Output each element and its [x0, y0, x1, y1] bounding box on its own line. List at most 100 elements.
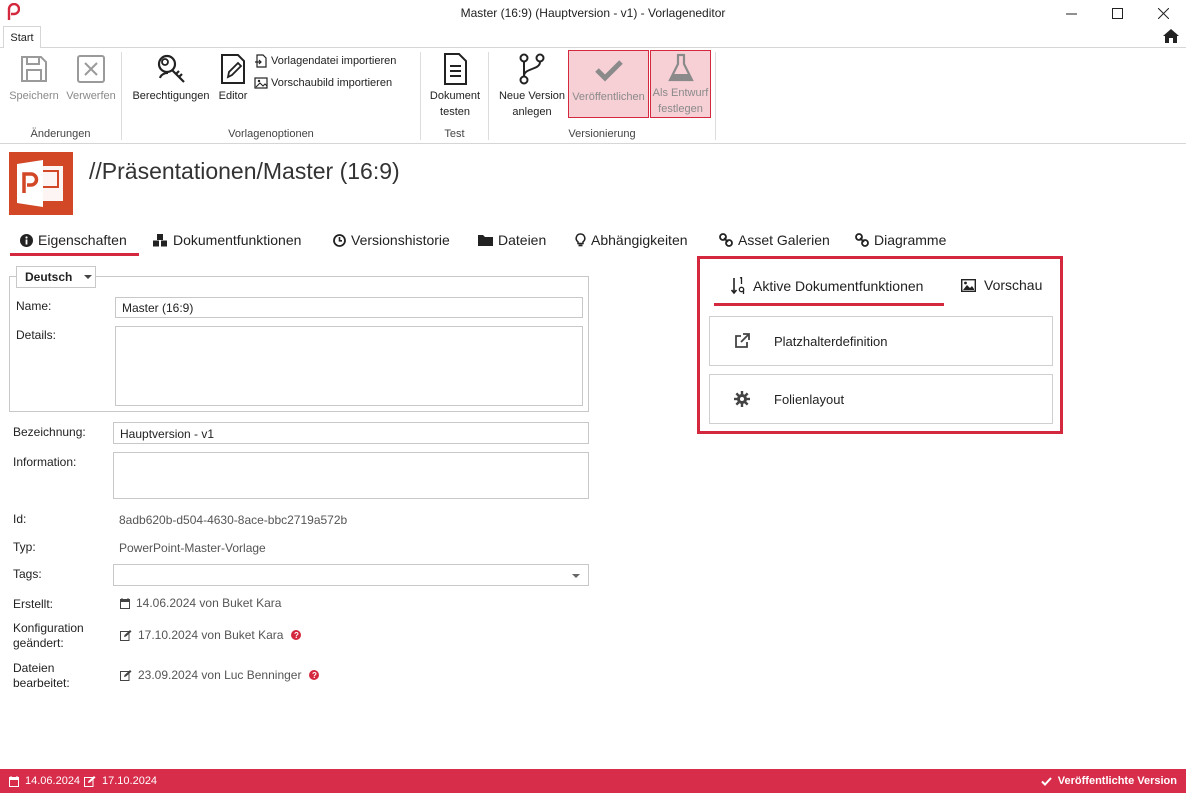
- bezeichnung-field[interactable]: Hauptversion - v1: [113, 422, 589, 444]
- tab-aktive-dokumentfunktionen[interactable]: Aktive Dokumentfunktionen: [731, 277, 923, 295]
- name-label: Name:: [16, 299, 52, 313]
- maximize-icon: [1111, 7, 1123, 19]
- folienlayout-item[interactable]: Folienlayout: [709, 374, 1053, 424]
- external-link-icon: [735, 333, 750, 348]
- dateien-label: Dateien bearbeitet:: [13, 661, 70, 690]
- erstellt-value: 14.06.2024 von Buket Kara: [120, 596, 281, 610]
- als-entwurf-festlegen-button[interactable]: Als Entwurf festlegen: [650, 50, 711, 118]
- tab-asset-galerien[interactable]: Asset Galerien: [719, 224, 830, 256]
- status-created: 14.06.2024: [9, 769, 80, 793]
- typ-label: Typ:: [13, 540, 36, 554]
- check-icon: [594, 60, 623, 82]
- language-dropdown[interactable]: Deutsch: [16, 266, 96, 288]
- clock-icon: [333, 233, 346, 247]
- vorlagendatei-importieren-button[interactable]: Vorlagendatei importieren: [254, 54, 396, 68]
- document-test-icon: [444, 53, 467, 85]
- image-import-icon: [254, 77, 268, 89]
- folder-icon: [478, 234, 493, 246]
- sort-numeric-icon: [731, 277, 745, 295]
- tab-versionshistorie[interactable]: Versionshistorie: [333, 224, 450, 256]
- tab-diagramme[interactable]: Diagramme: [855, 224, 946, 256]
- tab-abhaengigkeiten[interactable]: Abhängigkeiten: [575, 224, 688, 256]
- home-icon[interactable]: [1162, 28, 1180, 44]
- powerpoint-icon: [9, 152, 73, 215]
- close-button[interactable]: [1140, 0, 1186, 26]
- chevron-down-icon: [572, 574, 580, 578]
- file-import-icon: [255, 54, 267, 68]
- details-label: Details:: [16, 328, 57, 342]
- main-tabs: Eigenschaften Dokumentfunktionen Version…: [0, 224, 1186, 256]
- id-value: 8adb620b-d504-4630-8ace-bbc2719a572b: [119, 513, 348, 527]
- tab-dokumentfunktionen[interactable]: Dokumentfunktionen: [153, 224, 301, 256]
- tab-eigenschaften[interactable]: Eigenschaften: [10, 224, 139, 256]
- information-label: Information:: [13, 455, 77, 469]
- branch-icon: [519, 53, 545, 85]
- status-published: Veröffentlichte Version: [1041, 769, 1177, 793]
- link-icon: [719, 233, 733, 247]
- ribbon-group-versionierung: Neue Version anlegen Veröffentlichen Als…: [489, 48, 715, 144]
- edit-document-icon: [221, 54, 245, 84]
- link-icon: [855, 233, 869, 247]
- ribbon: Speichern Verwerfen Änderungen Berechtig…: [0, 48, 1186, 144]
- status-modified: 17.10.2024: [84, 769, 157, 793]
- status-bar: 14.06.2024 17.10.2024 Veröffentlichte Ve…: [0, 769, 1186, 793]
- speichern-button[interactable]: Speichern: [6, 50, 62, 104]
- typ-value: PowerPoint-Master-Vorlage: [119, 541, 266, 555]
- tags-select[interactable]: [113, 564, 589, 586]
- konfiguration-value: 17.10.2024 von Buket Kara ?: [120, 628, 302, 642]
- ribbon-group-label: Änderungen: [30, 128, 91, 140]
- tags-label: Tags:: [13, 567, 42, 581]
- edit-icon: [84, 775, 96, 787]
- flask-icon: [667, 53, 694, 82]
- vorschaubild-importieren-button[interactable]: Vorschaubild importieren: [254, 76, 392, 90]
- save-icon: [21, 56, 47, 82]
- bezeichnung-label: Bezeichnung:: [13, 425, 86, 439]
- ribbon-group-label: Test: [444, 128, 465, 140]
- ribbon-group-aenderungen: Speichern Verwerfen Änderungen: [0, 48, 121, 144]
- help-icon[interactable]: ?: [291, 630, 302, 640]
- tab-vorschau[interactable]: Vorschau: [961, 277, 1042, 293]
- info-icon: [20, 233, 33, 247]
- tab-dateien[interactable]: Dateien: [478, 224, 546, 256]
- image-icon: [961, 278, 976, 292]
- veroeffentlichen-button[interactable]: Veröffentlichen: [568, 50, 649, 118]
- edit-icon: [120, 669, 132, 681]
- erstellt-label: Erstellt:: [13, 597, 54, 611]
- lightbulb-icon: [575, 233, 586, 247]
- document-functions-panel: Aktive Dokumentfunktionen Vorschau Platz…: [697, 256, 1063, 434]
- page-title: //Präsentationen/Master (16:9): [89, 158, 400, 184]
- platzhalterdefinition-item[interactable]: Platzhalterdefinition: [709, 316, 1053, 366]
- name-field[interactable]: Master (16:9): [115, 297, 583, 318]
- ribbon-group-label: Vorlagenoptionen: [228, 128, 314, 140]
- edit-icon: [120, 629, 132, 641]
- window-title: Master (16:9) (Hauptversion - v1) - Vorl…: [460, 6, 726, 20]
- chevron-down-icon: [84, 275, 93, 279]
- maximize-button[interactable]: [1094, 0, 1140, 26]
- calendar-icon: [9, 775, 19, 787]
- information-field[interactable]: [113, 452, 589, 499]
- tab-start[interactable]: Start: [3, 26, 41, 49]
- dokument-testen-button[interactable]: Dokument testen: [425, 50, 485, 120]
- ribbon-tabstrip: Start: [0, 26, 1186, 49]
- help-icon[interactable]: ?: [309, 670, 320, 680]
- berechtigungen-button[interactable]: Berechtigungen: [128, 50, 214, 104]
- editor-button[interactable]: Editor: [215, 50, 251, 104]
- minimize-button[interactable]: [1048, 0, 1094, 26]
- discard-icon: [77, 55, 105, 83]
- check-icon: [1041, 776, 1052, 786]
- konfiguration-label: Konfiguration geändert:: [13, 621, 84, 650]
- calendar-icon: [120, 597, 130, 609]
- ribbon-group-label: Versionierung: [568, 128, 636, 140]
- id-label: Id:: [13, 512, 27, 526]
- cubes-icon: [153, 233, 167, 246]
- language-section: Deutsch Name: Master (16:9) Details:: [9, 266, 589, 412]
- verwerfen-button[interactable]: Verwerfen: [63, 50, 119, 104]
- neue-version-button[interactable]: Neue Version anlegen: [495, 50, 569, 120]
- minimize-icon: [1065, 13, 1077, 14]
- details-field[interactable]: [115, 326, 583, 406]
- permissions-icon: [157, 54, 185, 83]
- ribbon-group-vorlagenoptionen: Berechtigungen Editor Vorlagendatei impo…: [122, 48, 420, 144]
- ribbon-group-test: Dokument testen Test: [421, 48, 488, 144]
- title-bar: Master (16:9) (Hauptversion - v1) - Vorl…: [0, 0, 1186, 26]
- close-icon: [1157, 7, 1169, 19]
